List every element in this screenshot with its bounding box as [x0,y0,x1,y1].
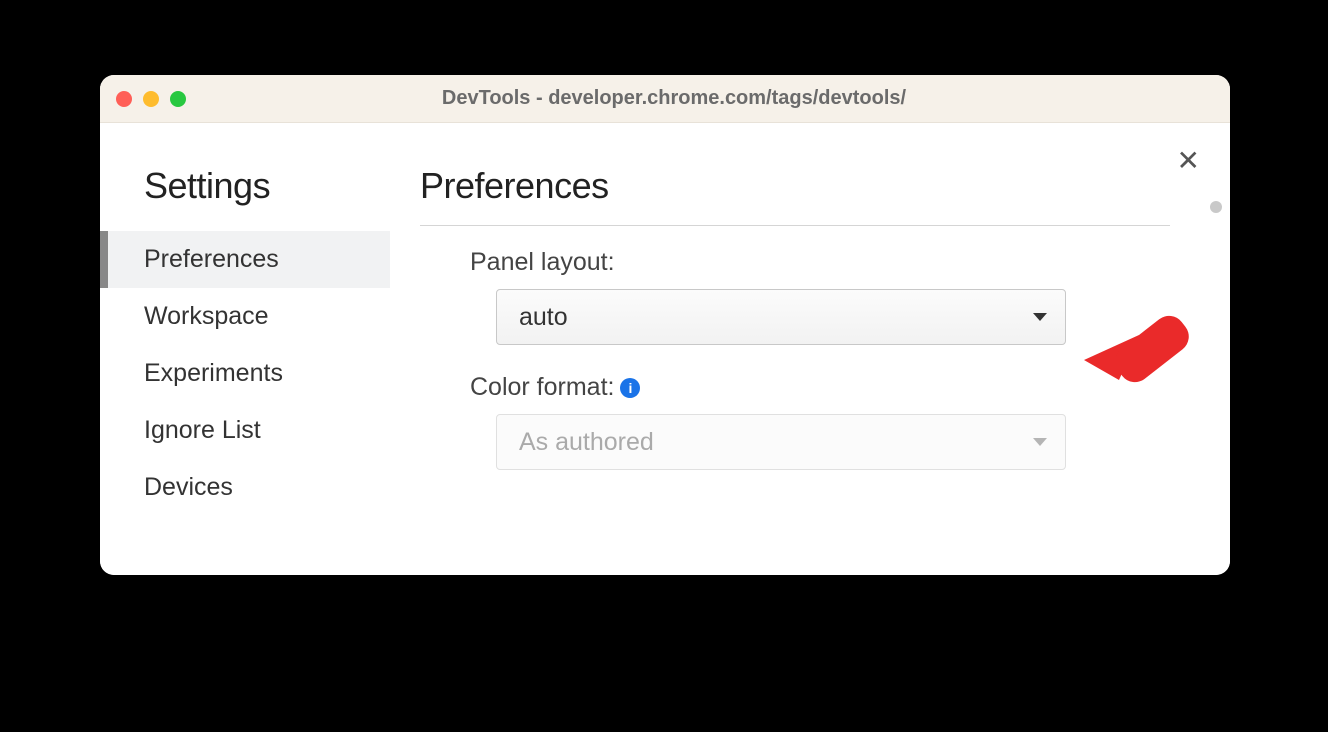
select-value: As authored [519,428,654,457]
label-text: Panel layout: [470,248,615,277]
sidebar-item-devices[interactable]: Devices [100,459,390,516]
label-text: Color format: [470,373,614,402]
traffic-lights [116,91,186,107]
chevron-down-icon [1033,313,1047,321]
sidebar-item-label: Ignore List [144,416,261,444]
sidebar-item-label: Workspace [144,302,269,330]
select-value: auto [519,303,568,332]
window-title: DevTools - developer.chrome.com/tags/dev… [204,87,1214,110]
sidebar-item-label: Devices [144,473,233,501]
setting-color-format: Color format: i As authored [420,373,1170,470]
color-format-select: As authored [496,414,1066,470]
setting-label-color-format: Color format: i [420,373,1170,402]
sidebar-item-label: Preferences [144,245,279,273]
divider [420,225,1170,226]
minimize-window-button[interactable] [143,91,159,107]
sidebar-item-ignore-list[interactable]: Ignore List [100,402,390,459]
info-icon[interactable]: i [620,378,640,398]
main-panel: Preferences Panel layout: auto Color for… [390,123,1230,575]
content-area: ✕ Settings Preferences Workspace Experim… [100,123,1230,575]
scrollbar[interactable] [1210,201,1224,575]
scrollbar-thumb[interactable] [1210,201,1222,213]
page-title: Preferences [420,165,1170,207]
sidebar-item-label: Experiments [144,359,283,387]
sidebar-item-experiments[interactable]: Experiments [100,345,390,402]
devtools-window: DevTools - developer.chrome.com/tags/dev… [100,75,1230,575]
close-window-button[interactable] [116,91,132,107]
setting-panel-layout: Panel layout: auto [420,248,1170,345]
setting-label-panel-layout: Panel layout: [420,248,1170,277]
sidebar: Settings Preferences Workspace Experimen… [100,123,390,575]
maximize-window-button[interactable] [170,91,186,107]
sidebar-item-preferences[interactable]: Preferences [100,231,390,288]
sidebar-title: Settings [100,165,390,231]
panel-layout-select[interactable]: auto [496,289,1066,345]
titlebar: DevTools - developer.chrome.com/tags/dev… [100,75,1230,123]
chevron-down-icon [1033,438,1047,446]
sidebar-item-workspace[interactable]: Workspace [100,288,390,345]
sidebar-nav: Preferences Workspace Experiments Ignore… [100,231,390,516]
